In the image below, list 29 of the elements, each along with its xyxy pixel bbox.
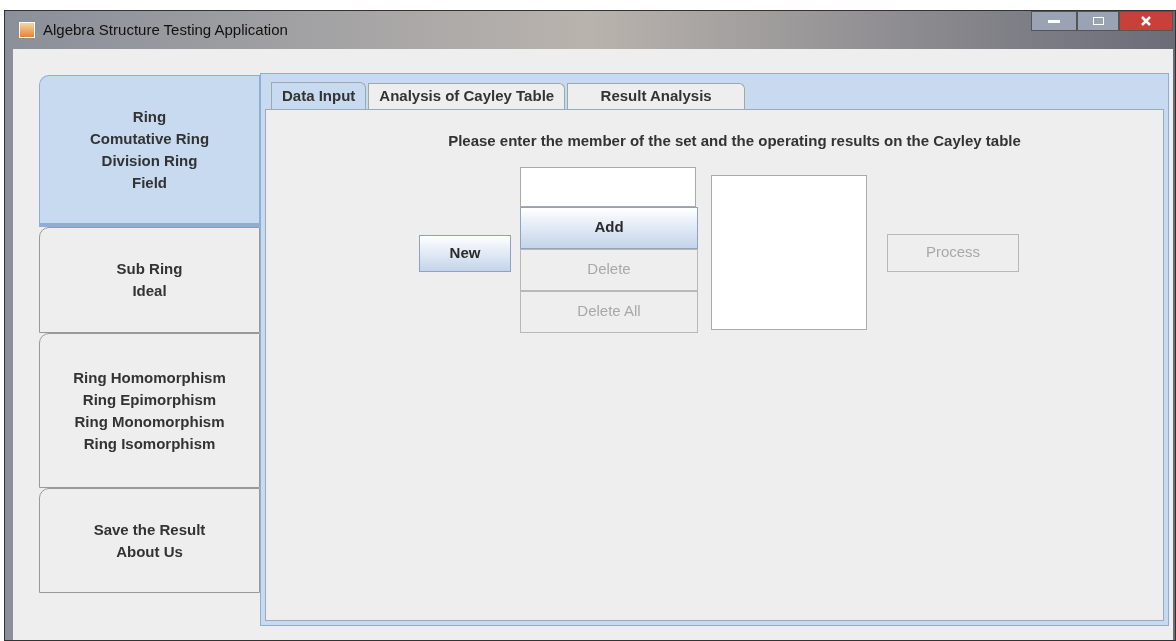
new-button[interactable]: New <box>419 234 511 272</box>
side-tab-label: Ring Homomorphism <box>73 367 226 388</box>
app-icon <box>19 22 35 38</box>
tab[interactable]: Analysis of Cayley Table <box>368 83 566 109</box>
side-tab-label: Save the Result <box>93 519 206 540</box>
minimize-button[interactable] <box>1031 11 1077 31</box>
side-tab-label: Ideal <box>132 281 167 301</box>
side-tab-label: Sub Ring <box>116 259 183 279</box>
member-input[interactable] <box>520 166 696 207</box>
side-tab[interactable]: Ring Homomorphism Ring Epimorphism Ring Monomorphism Ring Isomorphism <box>39 333 260 488</box>
tab[interactable]: Data Input <box>271 82 367 109</box>
side-tab[interactable]: Sub Ring Ideal <box>39 227 260 333</box>
instruction-text: Please enter the member of the set and the operating results on the Cayley table <box>448 131 1021 151</box>
maximize-button[interactable] <box>1077 11 1119 31</box>
side-tab-label: Ring Isomorphism <box>83 433 216 454</box>
side-tab-label: Ring Monomorphism <box>74 411 225 432</box>
side-tab[interactable]: Save the Result About Us <box>39 488 260 593</box>
side-tab-label: Field <box>132 172 167 193</box>
close-icon <box>1140 15 1152 27</box>
side-tab[interactable]: Ring Comutative Ring Division Ring Field <box>39 75 260 227</box>
side-tab-label: Comutative Ring <box>89 128 210 149</box>
side-tab-label: About Us <box>116 541 183 562</box>
close-button[interactable] <box>1119 11 1173 31</box>
side-tab-label: Ring <box>132 106 167 127</box>
tab[interactable]: Result Analysis <box>567 83 746 109</box>
side-tab-label: Ring Epimorphism <box>82 389 217 410</box>
member-button[interactable]: Add <box>520 206 698 249</box>
window-title: Algebra Structure Testing Application <box>43 19 288 40</box>
side-tab-label: Division Ring <box>101 150 198 171</box>
